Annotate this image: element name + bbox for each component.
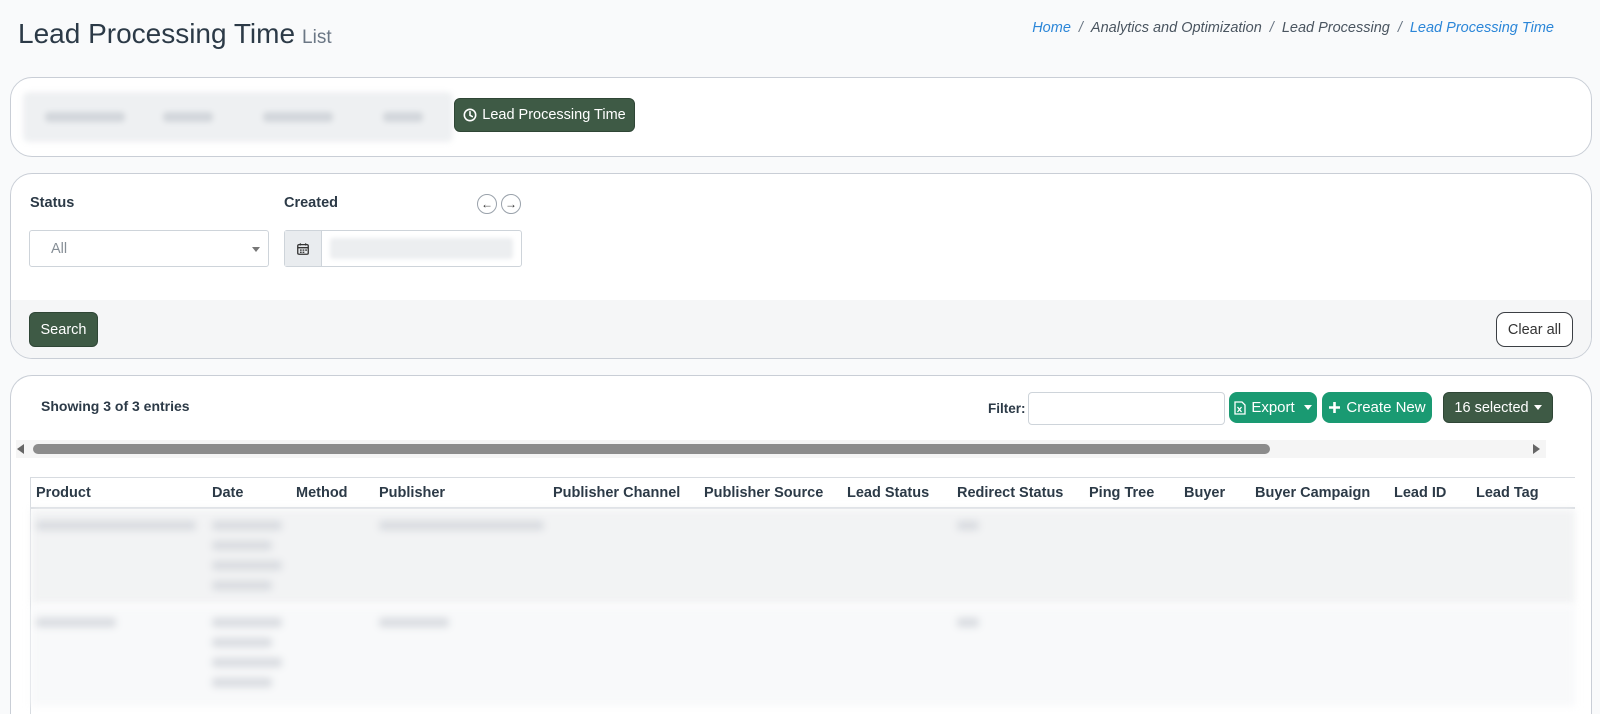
tab-label: Lead Processing Time bbox=[482, 107, 626, 123]
breadcrumb-home[interactable]: Home bbox=[1032, 20, 1071, 36]
tab-lead-processing-time[interactable]: Lead Processing Time bbox=[454, 98, 635, 132]
excel-file-icon bbox=[1234, 400, 1246, 415]
breadcrumb-lead-processing[interactable]: Lead Processing bbox=[1282, 20, 1390, 36]
scroll-left-icon[interactable] bbox=[17, 444, 24, 454]
created-date-range[interactable] bbox=[284, 230, 522, 267]
date-range-value-redacted bbox=[330, 238, 513, 259]
filters-card: Status All Created ← → Search Clear all bbox=[10, 173, 1592, 359]
caret-down-icon bbox=[1303, 405, 1312, 410]
column-header[interactable]: Method bbox=[296, 485, 348, 501]
tabs-card: Lead Processing Time bbox=[10, 77, 1592, 157]
scrollbar-thumb[interactable] bbox=[33, 444, 1270, 454]
column-header[interactable]: Publisher bbox=[379, 485, 445, 501]
caret-down-icon bbox=[1533, 405, 1542, 410]
export-label: Export bbox=[1251, 399, 1295, 416]
breadcrumb-current[interactable]: Lead Processing Time bbox=[1410, 20, 1554, 36]
status-label: Status bbox=[30, 195, 75, 211]
column-header[interactable]: Redirect Status bbox=[957, 485, 1063, 501]
column-header[interactable]: Buyer Campaign bbox=[1255, 485, 1370, 501]
filter-label: Filter: bbox=[988, 401, 1026, 416]
column-header[interactable]: Date bbox=[212, 485, 243, 501]
data-table: Product Date Method Publisher Publisher … bbox=[30, 477, 1575, 714]
columns-selected-dropdown[interactable]: 16 selected bbox=[1443, 392, 1553, 423]
table-card: Showing 3 of 3 entries Filter: Export Cr… bbox=[10, 375, 1592, 714]
breadcrumb-analytics[interactable]: Analytics and Optimization bbox=[1091, 20, 1262, 36]
chevron-down-icon bbox=[252, 247, 260, 252]
status-value: All bbox=[51, 241, 68, 257]
create-new-label: Create New bbox=[1346, 399, 1426, 416]
entries-count: Showing 3 of 3 entries bbox=[41, 398, 190, 414]
column-header[interactable]: Publisher Channel bbox=[553, 485, 680, 501]
search-button[interactable]: Search bbox=[29, 312, 98, 347]
clear-all-button[interactable]: Clear all bbox=[1496, 312, 1573, 347]
column-header[interactable]: Lead ID bbox=[1394, 485, 1446, 501]
arrow-right-icon[interactable]: → bbox=[501, 194, 521, 214]
column-header[interactable]: Lead Tag bbox=[1476, 485, 1539, 501]
redacted-tabs bbox=[23, 92, 453, 142]
plus-icon bbox=[1329, 402, 1341, 413]
filter-input[interactable] bbox=[1028, 392, 1225, 425]
status-select[interactable]: All bbox=[29, 230, 269, 267]
breadcrumb: Home / Analytics and Optimization / Lead… bbox=[1032, 20, 1554, 36]
create-new-button[interactable]: Create New bbox=[1322, 392, 1432, 423]
table-body bbox=[31, 509, 1575, 709]
horizontal-scrollbar[interactable] bbox=[16, 440, 1546, 458]
table-row[interactable] bbox=[31, 606, 1575, 706]
scroll-right-icon[interactable] bbox=[1533, 444, 1540, 454]
created-label: Created bbox=[284, 195, 338, 211]
table-header: Product Date Method Publisher Publisher … bbox=[31, 477, 1575, 509]
table-row[interactable] bbox=[31, 509, 1575, 604]
arrow-left-icon[interactable]: ← bbox=[477, 194, 497, 214]
calendar-icon[interactable] bbox=[285, 231, 322, 266]
column-header[interactable]: Lead Status bbox=[847, 485, 929, 501]
column-header[interactable]: Buyer bbox=[1184, 485, 1225, 501]
column-header[interactable]: Publisher Source bbox=[704, 485, 823, 501]
selected-label: 16 selected bbox=[1454, 399, 1529, 416]
export-button[interactable]: Export bbox=[1229, 392, 1317, 423]
page-subtitle: List bbox=[302, 27, 332, 48]
filter-footer: Search Clear all bbox=[11, 300, 1591, 358]
column-header[interactable]: Product bbox=[36, 485, 91, 501]
column-header[interactable]: Ping Tree bbox=[1089, 485, 1154, 501]
clock-icon bbox=[463, 108, 477, 122]
page-title: Lead Processing Time List bbox=[18, 18, 332, 50]
page-title-text: Lead Processing Time bbox=[18, 18, 296, 49]
